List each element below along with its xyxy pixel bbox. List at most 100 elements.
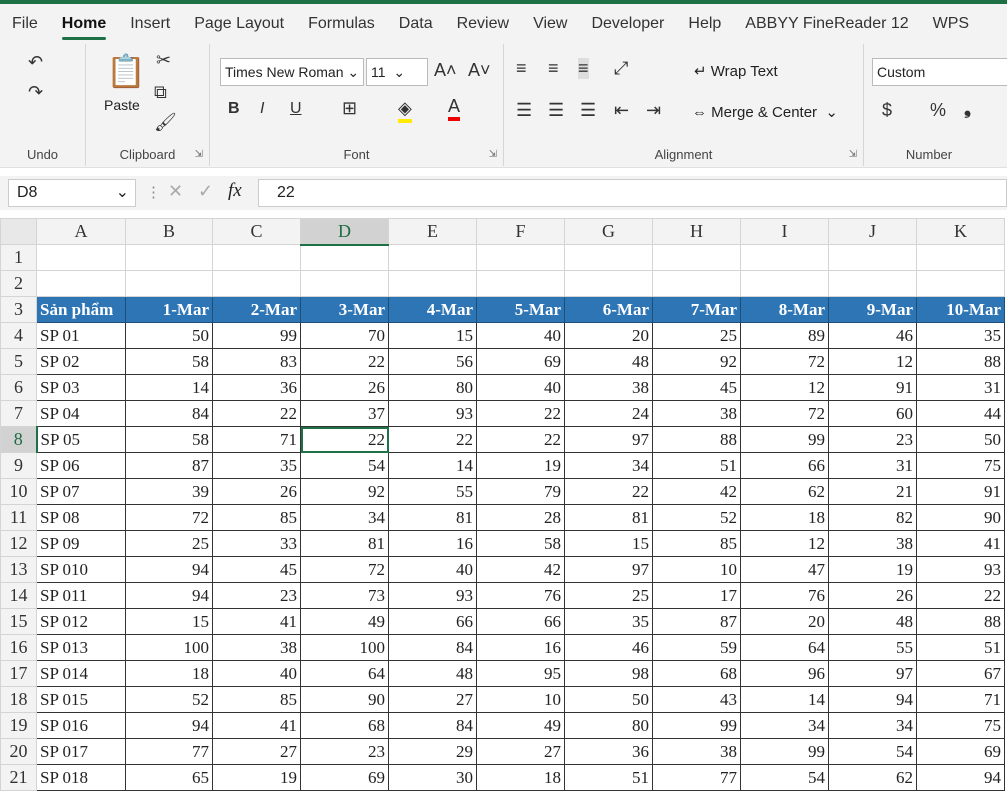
insert-function-button[interactable]: fx bbox=[228, 180, 242, 202]
cell[interactable]: SP 04 bbox=[36, 400, 126, 427]
cell[interactable]: 18 bbox=[125, 660, 213, 687]
dialog-launcher-icon[interactable]: ⇲ bbox=[195, 149, 203, 160]
row-header-4[interactable]: 4 bbox=[0, 322, 37, 349]
cell[interactable]: 22 bbox=[212, 400, 301, 427]
cell[interactable] bbox=[476, 244, 565, 271]
cell[interactable]: 21 bbox=[828, 478, 917, 505]
cell[interactable]: 69 bbox=[916, 738, 1005, 765]
cell[interactable]: SP 06 bbox=[36, 452, 126, 479]
cell[interactable]: 39 bbox=[125, 478, 213, 505]
align-center-icon[interactable]: ☰ bbox=[548, 100, 564, 121]
cell[interactable]: 76 bbox=[476, 582, 565, 609]
row-header-19[interactable]: 19 bbox=[0, 712, 37, 739]
cell[interactable]: 84 bbox=[388, 634, 477, 661]
cell[interactable]: 26 bbox=[828, 582, 917, 609]
cell[interactable]: 77 bbox=[652, 764, 741, 791]
cell[interactable]: 48 bbox=[388, 660, 477, 687]
column-header-E[interactable]: E bbox=[388, 218, 477, 245]
cell[interactable]: 58 bbox=[125, 426, 213, 453]
cell[interactable]: 55 bbox=[388, 478, 477, 505]
cell[interactable] bbox=[564, 244, 653, 271]
enter-icon[interactable]: ✓ bbox=[198, 181, 213, 202]
cell[interactable] bbox=[125, 244, 213, 271]
percent-button[interactable]: % bbox=[930, 100, 946, 121]
cell[interactable]: 20 bbox=[564, 322, 653, 349]
cell[interactable]: 64 bbox=[300, 660, 389, 687]
cell[interactable]: 85 bbox=[212, 686, 301, 713]
font-name-select[interactable]: Times New Roman ⌄ bbox=[220, 58, 364, 86]
header-cell[interactable]: 5-Mar bbox=[476, 296, 565, 323]
align-left-icon[interactable]: ☰ bbox=[516, 100, 532, 121]
cell[interactable]: 42 bbox=[652, 478, 741, 505]
row-header-3[interactable]: 3 bbox=[0, 296, 37, 323]
cell[interactable]: 59 bbox=[652, 634, 741, 661]
cell[interactable]: 15 bbox=[564, 530, 653, 557]
cell[interactable]: 87 bbox=[125, 452, 213, 479]
cell[interactable]: 70 bbox=[300, 322, 389, 349]
cell[interactable]: 33 bbox=[212, 530, 301, 557]
cell[interactable]: 40 bbox=[388, 556, 477, 583]
cell[interactable]: 47 bbox=[740, 556, 829, 583]
cell[interactable]: 10 bbox=[476, 686, 565, 713]
cell[interactable]: 16 bbox=[388, 530, 477, 557]
tab-view[interactable]: View bbox=[521, 4, 579, 44]
cell[interactable]: 31 bbox=[916, 374, 1005, 401]
cell[interactable]: 81 bbox=[388, 504, 477, 531]
cell[interactable]: 94 bbox=[828, 686, 917, 713]
cell[interactable]: 19 bbox=[212, 764, 301, 791]
cell[interactable]: 48 bbox=[564, 348, 653, 375]
tab-developer[interactable]: Developer bbox=[579, 4, 676, 44]
redo-icon[interactable]: ↷ bbox=[28, 82, 43, 103]
cell[interactable]: 41 bbox=[212, 712, 301, 739]
cell[interactable]: 93 bbox=[388, 582, 477, 609]
cell[interactable]: 35 bbox=[564, 608, 653, 635]
cell[interactable]: 84 bbox=[125, 400, 213, 427]
cell[interactable]: 71 bbox=[916, 686, 1005, 713]
cell[interactable]: 45 bbox=[652, 374, 741, 401]
cell[interactable]: 22 bbox=[916, 582, 1005, 609]
cell[interactable]: 62 bbox=[828, 764, 917, 791]
row-header-11[interactable]: 11 bbox=[0, 504, 37, 531]
tab-wps[interactable]: WPS bbox=[921, 4, 981, 44]
cell[interactable]: 15 bbox=[388, 322, 477, 349]
cell[interactable]: 12 bbox=[740, 530, 829, 557]
cell[interactable]: 52 bbox=[125, 686, 213, 713]
number-format-select[interactable]: Custom bbox=[872, 58, 1007, 86]
cell[interactable]: SP 014 bbox=[36, 660, 126, 687]
cell[interactable]: 82 bbox=[828, 504, 917, 531]
column-header-F[interactable]: F bbox=[476, 218, 565, 245]
row-header-7[interactable]: 7 bbox=[0, 400, 37, 427]
cell[interactable]: 51 bbox=[564, 764, 653, 791]
cell[interactable]: 81 bbox=[564, 504, 653, 531]
column-header-H[interactable]: H bbox=[652, 218, 741, 245]
cell[interactable]: 80 bbox=[388, 374, 477, 401]
cell[interactable] bbox=[212, 270, 301, 297]
cell[interactable]: 27 bbox=[476, 738, 565, 765]
tab-review[interactable]: Review bbox=[445, 4, 521, 44]
paste-button[interactable]: Paste bbox=[104, 97, 140, 113]
row-header-10[interactable]: 10 bbox=[0, 478, 37, 505]
cell[interactable] bbox=[388, 270, 477, 297]
cell[interactable] bbox=[652, 270, 741, 297]
cell[interactable]: 85 bbox=[652, 530, 741, 557]
cell[interactable]: 19 bbox=[828, 556, 917, 583]
cell[interactable]: 79 bbox=[476, 478, 565, 505]
cell[interactable]: 18 bbox=[740, 504, 829, 531]
cancel-icon[interactable]: ✕ bbox=[168, 181, 183, 202]
cell[interactable]: 36 bbox=[212, 374, 301, 401]
column-header-B[interactable]: B bbox=[125, 218, 213, 245]
cell[interactable]: 38 bbox=[564, 374, 653, 401]
cell[interactable]: 97 bbox=[828, 660, 917, 687]
cell[interactable]: 22 bbox=[564, 478, 653, 505]
cell[interactable]: 22 bbox=[300, 348, 389, 375]
cell[interactable]: 85 bbox=[212, 504, 301, 531]
cell[interactable]: 35 bbox=[212, 452, 301, 479]
cell[interactable]: 75 bbox=[916, 712, 1005, 739]
cell[interactable]: 27 bbox=[388, 686, 477, 713]
cell[interactable]: 99 bbox=[740, 738, 829, 765]
cell[interactable]: 69 bbox=[476, 348, 565, 375]
row-header-9[interactable]: 9 bbox=[0, 452, 37, 479]
cell[interactable]: 52 bbox=[652, 504, 741, 531]
cell[interactable]: 23 bbox=[212, 582, 301, 609]
cell[interactable]: 14 bbox=[740, 686, 829, 713]
